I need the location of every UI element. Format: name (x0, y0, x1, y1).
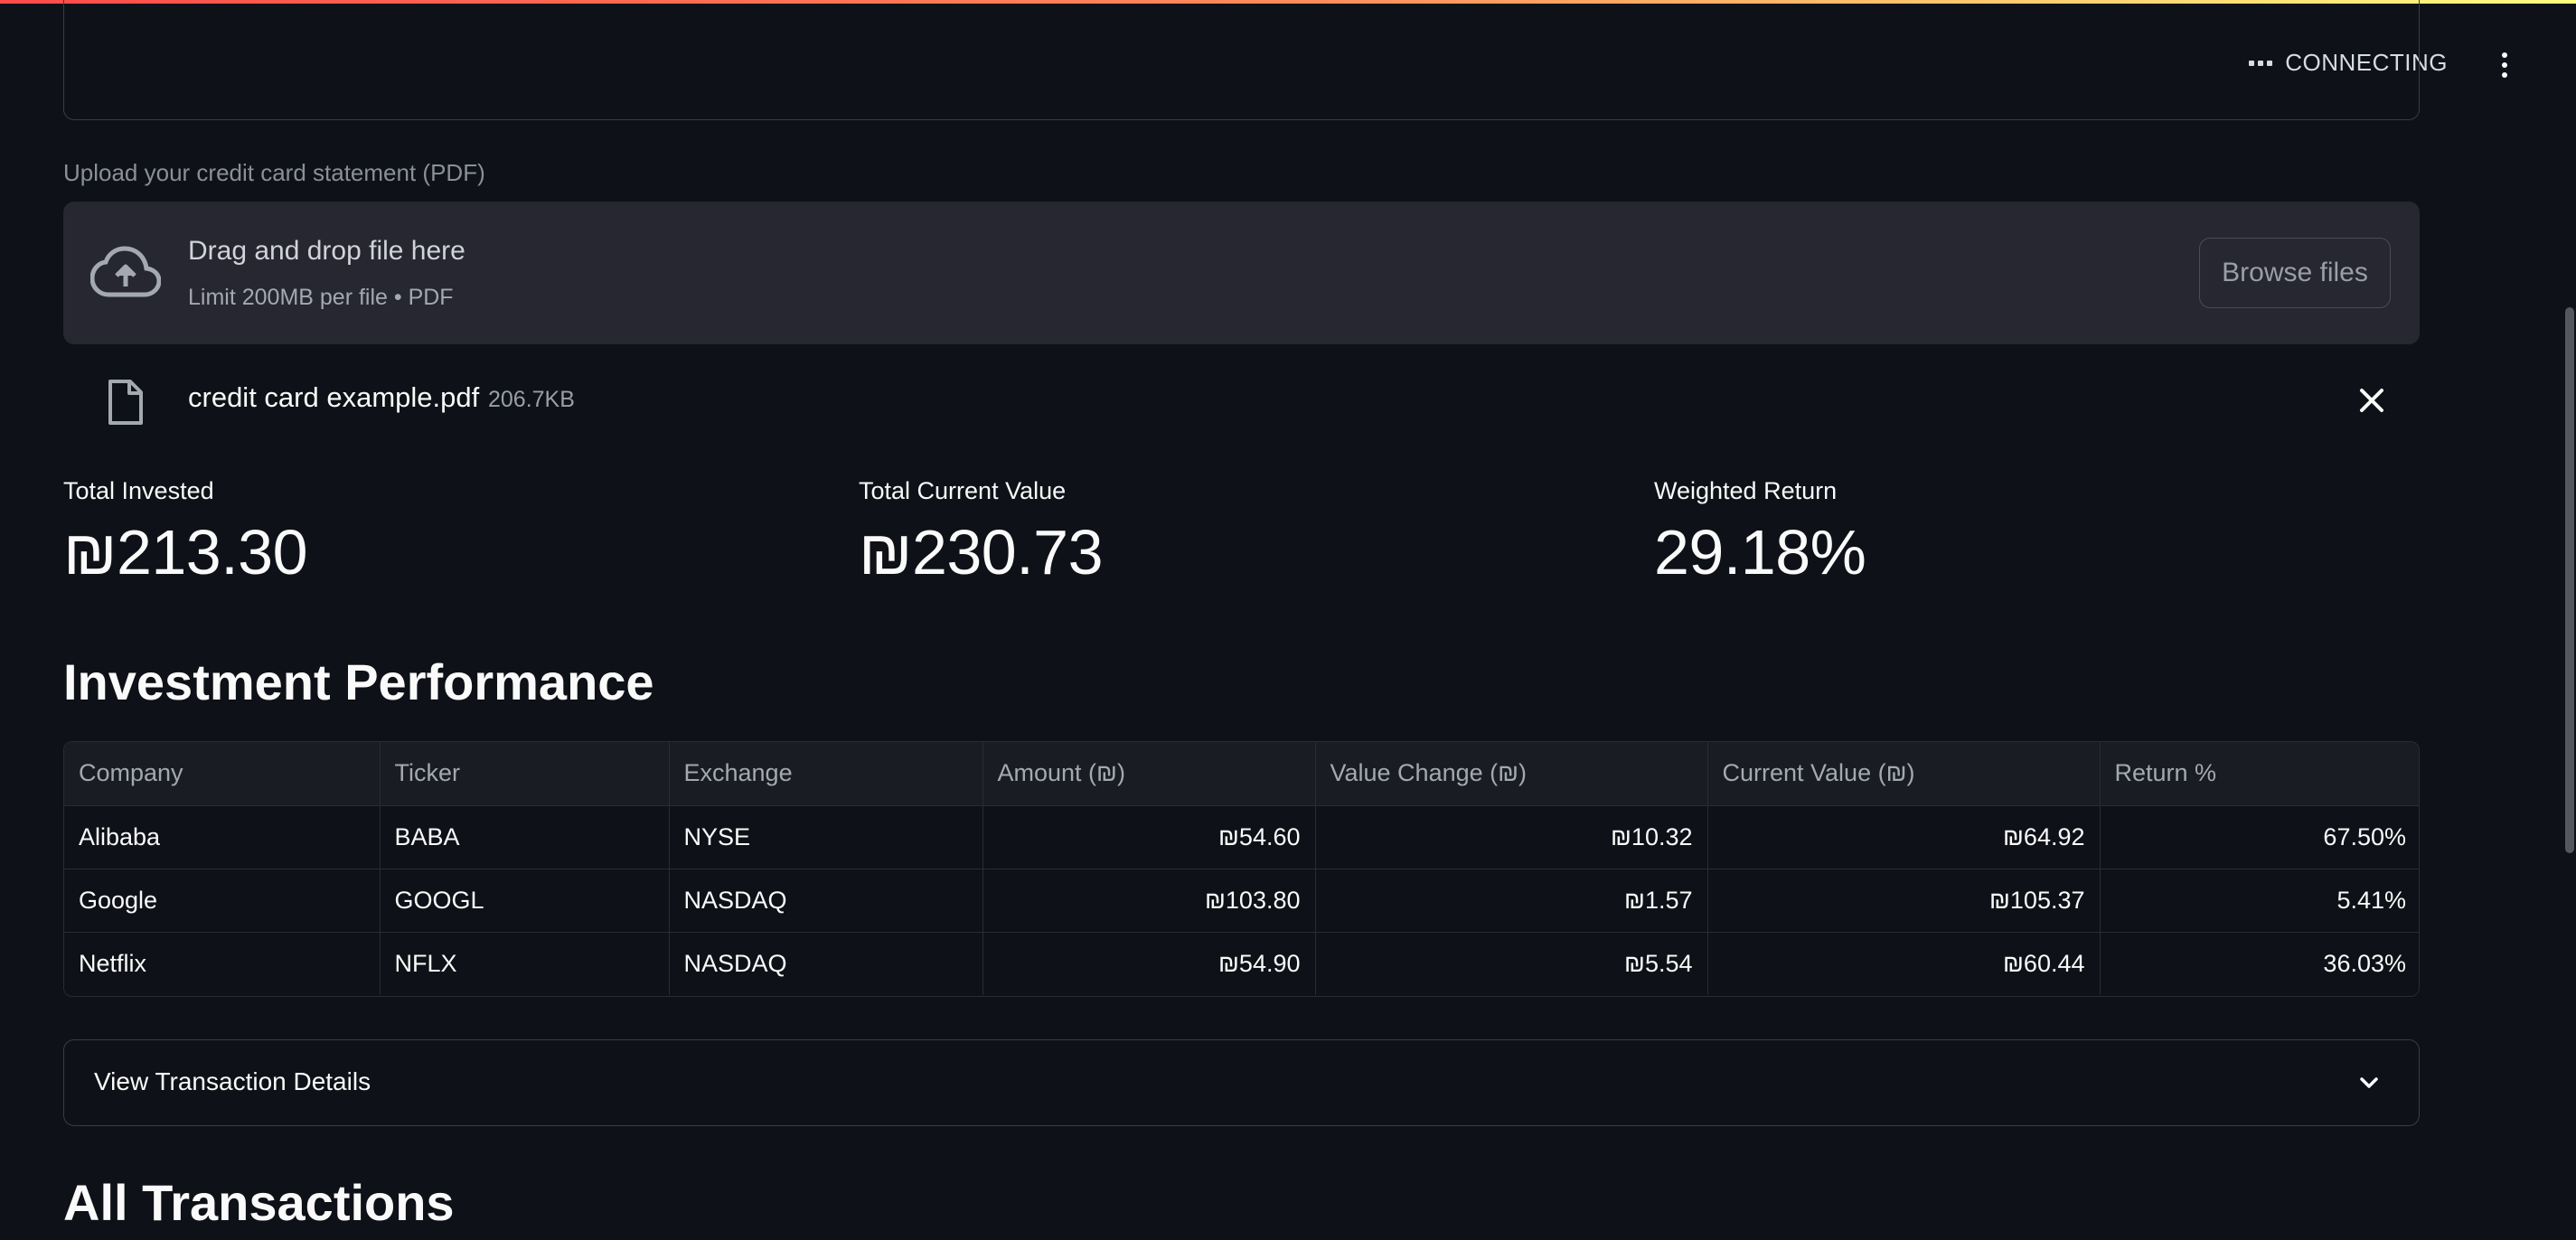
investment-performance-heading: Investment Performance (63, 653, 654, 710)
metric-value: ₪213.30 (63, 517, 308, 587)
file-icon (108, 380, 143, 425)
table-cell[interactable]: ₪105.37 (1707, 869, 2101, 933)
dropzone-subtitle: Limit 200MB per file • PDF (188, 285, 454, 310)
table-cell[interactable]: Google (64, 869, 381, 933)
column-header[interactable]: Value Change (₪) (1315, 742, 1708, 806)
table-cell[interactable]: ₪5.54 (1315, 932, 1708, 995)
table-cell[interactable]: ₪54.60 (982, 805, 1316, 869)
file-dropzone[interactable]: Drag and drop file here Limit 200MB per … (63, 202, 2420, 344)
file-size: 206.7KB (488, 387, 575, 412)
performance-table[interactable]: Company Ticker Exchange Amount (₪) Value… (63, 741, 2420, 997)
column-header[interactable]: Current Value (₪) (1707, 742, 2101, 806)
close-icon[interactable] (2355, 383, 2389, 418)
column-header[interactable]: Exchange (669, 742, 983, 806)
file-name: credit card example.pdf (188, 381, 480, 413)
page-scrollbar[interactable] (2563, 0, 2576, 1240)
more-vertical-icon (2502, 52, 2507, 58)
transaction-details-expander[interactable]: View Transaction Details (63, 1039, 2420, 1126)
table-cell[interactable]: 36.03% (2100, 932, 2419, 995)
table-cell[interactable]: Netflix (64, 932, 381, 995)
metric-value: 29.18% (1654, 517, 1866, 587)
column-header[interactable]: Company (64, 742, 381, 806)
metric-total-invested: Total Invested ₪213.30 (63, 477, 308, 588)
all-transactions-heading: All Transactions (63, 1174, 455, 1231)
chevron-down-icon (2360, 1077, 2378, 1088)
metric-label: Total Invested (63, 477, 214, 504)
table-cell[interactable]: ₪103.80 (982, 869, 1316, 933)
table-cell[interactable]: GOOGL (380, 869, 670, 933)
cloud-upload-icon (90, 246, 161, 297)
metric-label: Weighted Return (1654, 477, 1838, 504)
expander-label: View Transaction Details (94, 1067, 371, 1095)
previous-container (63, 0, 2420, 120)
table-cell[interactable]: 67.50% (2100, 805, 2419, 869)
main-menu-button[interactable] (2489, 47, 2520, 83)
table-cell[interactable]: NASDAQ (669, 869, 983, 933)
table-cell[interactable]: 5.41% (2100, 869, 2419, 933)
table-cell[interactable]: ₪54.90 (982, 932, 1316, 995)
table-cell[interactable]: Alibaba (64, 805, 381, 869)
metric-label: Total Current Value (859, 477, 1067, 504)
column-header[interactable]: Ticker (380, 742, 670, 806)
column-header[interactable]: Amount (₪) (982, 742, 1316, 806)
table-row: Netflix NFLX NASDAQ ₪54.90 ₪5.54 ₪60.44 … (64, 932, 2419, 995)
table-cell[interactable]: ₪10.32 (1315, 805, 1708, 869)
browse-files-button[interactable]: Browse files (2199, 238, 2391, 308)
table-cell[interactable]: NASDAQ (669, 932, 983, 995)
table-cell[interactable]: ₪1.57 (1315, 869, 1708, 933)
uploader-label: Upload your credit card statement (PDF) (63, 159, 485, 186)
table-row: Alibaba BABA NYSE ₪54.60 ₪10.32 ₪64.92 6… (64, 805, 2419, 869)
table-header-row: Company Ticker Exchange Amount (₪) Value… (64, 742, 2419, 806)
table-cell[interactable]: NFLX (380, 932, 670, 995)
uploaded-file-row: credit card example.pdf 206.7KB (63, 371, 2420, 430)
metric-total-current-value: Total Current Value ₪230.73 (859, 477, 1104, 588)
table-cell[interactable]: NYSE (669, 805, 983, 869)
dropzone-title: Drag and drop file here (188, 236, 465, 266)
table-cell[interactable]: ₪60.44 (1707, 932, 2101, 995)
table-row: Google GOOGL NASDAQ ₪103.80 ₪1.57 ₪105.3… (64, 869, 2419, 933)
metric-weighted-return: Weighted Return 29.18% (1654, 477, 1866, 588)
table-cell[interactable]: ₪64.92 (1707, 805, 2101, 869)
column-header[interactable]: Return % (2100, 742, 2419, 806)
metric-value: ₪230.73 (859, 517, 1104, 587)
scrollbar-thumb[interactable] (2565, 307, 2574, 853)
table-cell[interactable]: BABA (380, 805, 670, 869)
